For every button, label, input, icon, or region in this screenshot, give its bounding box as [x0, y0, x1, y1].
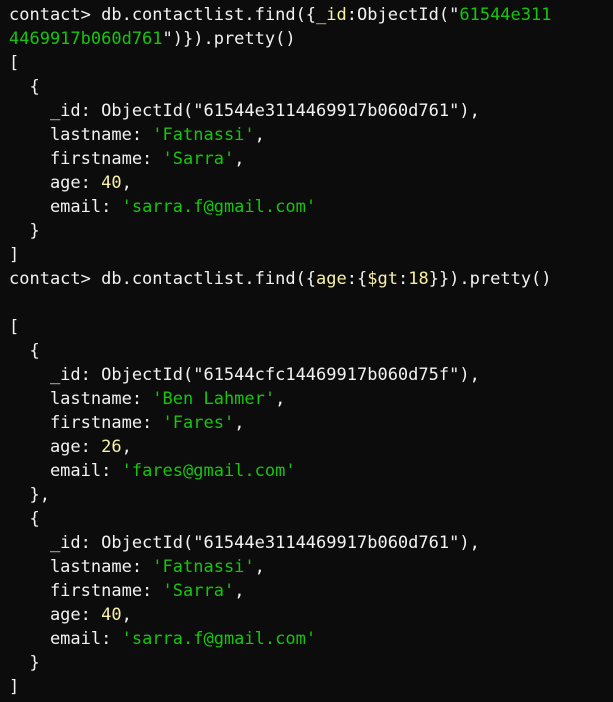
terminal-line: lastname: 'Ben Lahmer',	[9, 387, 613, 411]
terminal-line: [	[9, 51, 613, 75]
terminal-text-segment: 'Sarra'	[162, 581, 235, 601]
terminal-line: _id: ObjectId("61544cfc14469917b060d75f"…	[9, 363, 613, 387]
terminal-text-segment: {	[9, 509, 40, 529]
terminal-line: {	[9, 339, 613, 363]
terminal-line: lastname: 'Fatnassi',	[9, 555, 613, 579]
terminal-text-segment: 'Sarra'	[162, 149, 235, 169]
terminal-line: firstname: 'Fares',	[9, 411, 613, 435]
terminal-text-segment: 'sarra.f@gmail.com'	[121, 197, 317, 217]
terminal-line: }	[9, 651, 613, 675]
terminal-text-segment: 'Fatnassi'	[152, 557, 255, 577]
terminal-text-segment: email:	[9, 197, 122, 217]
terminal-text-segment: _id: ObjectId("61544e3114469917b060d761"…	[9, 101, 480, 121]
terminal-text-segment: ,	[254, 125, 265, 145]
terminal-text-segment: contact> db.contactlist.find({	[9, 5, 317, 25]
terminal-line: {	[9, 507, 613, 531]
terminal-text-segment: :	[397, 269, 409, 289]
terminal-line: },	[9, 483, 613, 507]
terminal-text-segment: 40	[101, 605, 122, 625]
terminal-line: _id: ObjectId("61544e3114469917b060d761"…	[9, 531, 613, 555]
terminal-text-segment: [	[9, 317, 20, 337]
terminal-text-segment: 'Fatnassi'	[152, 125, 255, 145]
terminal-text-segment: email:	[9, 629, 122, 649]
terminal-line: firstname: 'Sarra',	[9, 579, 613, 603]
terminal-text-segment: age:	[9, 605, 102, 625]
terminal-text-segment: ]	[9, 245, 20, 265]
terminal-text-segment: }	[9, 653, 40, 673]
terminal-text-segment: contact> db.contactlist.find({	[9, 269, 317, 289]
terminal-text-segment: 'Ben Lahmer'	[152, 389, 276, 409]
terminal-line: {	[9, 75, 613, 99]
terminal-text-segment: 40	[101, 173, 122, 193]
terminal-text-segment: }	[9, 221, 40, 241]
terminal-text-segment: 26	[101, 437, 122, 457]
terminal-text-segment: ,	[121, 173, 132, 193]
terminal-window[interactable]: contact> db.contactlist.find({_id:Object…	[0, 0, 613, 702]
terminal-text-segment: firstname:	[9, 581, 163, 601]
terminal-text-segment: 'Fares'	[162, 413, 235, 433]
terminal-text-segment: age:	[9, 437, 102, 457]
terminal-text-segment: :ObjectId("	[346, 5, 460, 25]
terminal-text-segment: ")}).pretty()	[162, 29, 296, 49]
terminal-text-segment: ,	[121, 437, 132, 457]
terminal-text-segment: {	[9, 77, 40, 97]
terminal-line: ]	[9, 675, 613, 699]
terminal-line: email: 'fares@gmail.com'	[9, 459, 613, 483]
terminal-line: email: 'sarra.f@gmail.com'	[9, 195, 613, 219]
terminal-text-segment: ,	[275, 389, 286, 409]
terminal-text-segment: age:	[9, 173, 102, 193]
terminal-text-segment: 18	[408, 269, 429, 289]
terminal-line: firstname: 'Sarra',	[9, 147, 613, 171]
terminal-text-segment: _id: ObjectId("61544cfc14469917b060d75f"…	[9, 365, 480, 385]
terminal-text-segment: 'fares@gmail.com'	[121, 461, 296, 481]
terminal-text-segment: ]	[9, 677, 20, 697]
terminal-text-segment: lastname:	[9, 557, 153, 577]
terminal-line: }	[9, 219, 613, 243]
terminal-text-segment: ,	[121, 605, 132, 625]
terminal-text-segment: 'sarra.f@gmail.com'	[121, 629, 317, 649]
terminal-text-segment: 4469917b060d761	[9, 29, 163, 49]
terminal-line: email: 'sarra.f@gmail.com'	[9, 627, 613, 651]
terminal-text-segment: }}).pretty()	[428, 269, 552, 289]
terminal-text-segment: ,	[254, 557, 265, 577]
terminal-line: [	[9, 315, 613, 339]
terminal-line: contact> db.contactlist.find({age:{$gt:1…	[9, 267, 613, 291]
terminal-line: age: 26,	[9, 435, 613, 459]
terminal-line: _id: ObjectId("61544e3114469917b060d761"…	[9, 99, 613, 123]
terminal-line: lastname: 'Fatnassi',	[9, 123, 613, 147]
terminal-line: age: 40,	[9, 603, 613, 627]
terminal-text-segment: [	[9, 53, 20, 73]
terminal-text-segment: ,	[234, 149, 245, 169]
terminal-line: age: 40,	[9, 171, 613, 195]
terminal-line: 4469917b060d761")}).pretty()	[9, 27, 613, 51]
terminal-text-segment: {	[9, 341, 40, 361]
terminal-line: contact> db.contactlist.find({_id:Object…	[9, 3, 613, 27]
terminal-text-segment: ,	[234, 413, 245, 433]
terminal-text-segment: $gt	[367, 269, 398, 289]
terminal-text-segment: :{	[346, 269, 368, 289]
terminal-text-segment: },	[9, 485, 50, 505]
terminal-text-segment: email:	[9, 461, 122, 481]
terminal-line: ]	[9, 243, 613, 267]
terminal-text-segment: age	[316, 269, 347, 289]
terminal-text-segment: 61544e311	[459, 5, 552, 25]
terminal-text-segment: _id	[316, 5, 347, 25]
terminal-text-segment: lastname:	[9, 125, 153, 145]
terminal-text-segment: lastname:	[9, 389, 153, 409]
terminal-text-segment: firstname:	[9, 149, 163, 169]
terminal-text-segment: ,	[234, 581, 245, 601]
terminal-text-segment: _id: ObjectId("61544e3114469917b060d761"…	[9, 533, 480, 553]
terminal-text-segment: firstname:	[9, 413, 163, 433]
